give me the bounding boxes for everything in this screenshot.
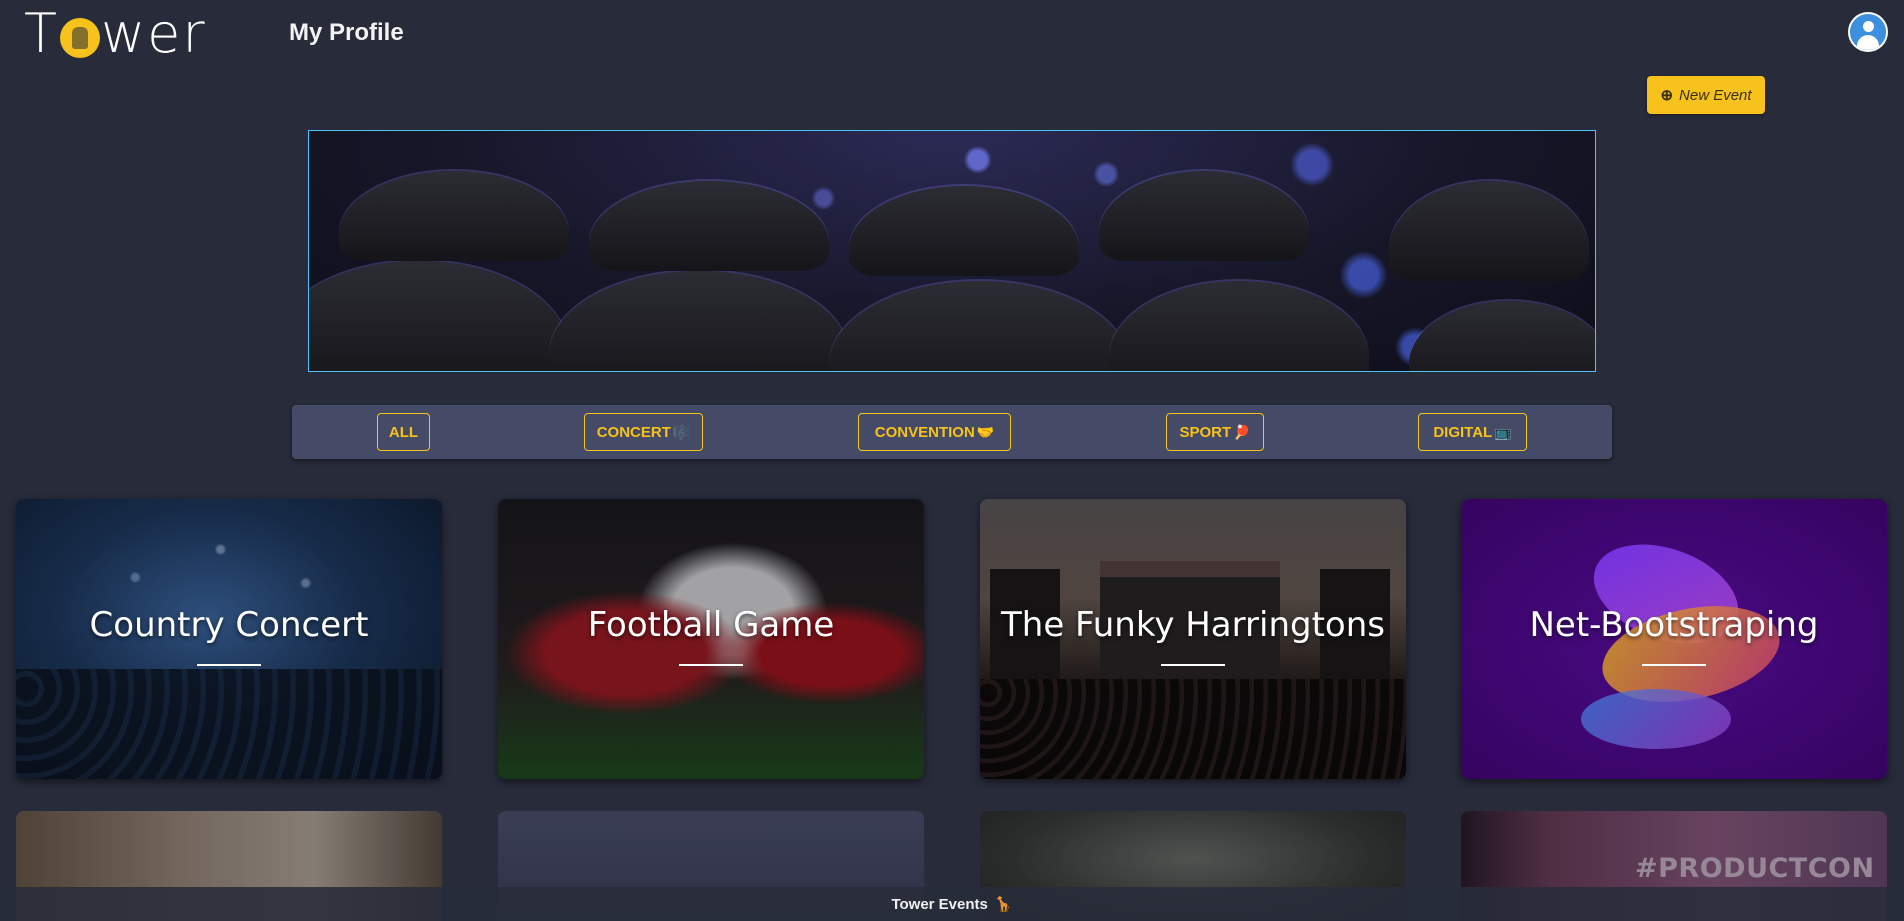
filter-sport-button[interactable]: SPORT 🏓 [1166,413,1264,451]
new-event-button[interactable]: ⊕ New Event [1647,76,1765,114]
banner-seat [1409,301,1595,371]
title-underline [1642,664,1706,666]
filter-convention-button[interactable]: CONVENTION 🤝 [858,413,1011,451]
title-underline [197,664,261,666]
filter-label: SPORT [1179,423,1232,441]
filter-label: DIGITAL [1433,423,1493,441]
event-title: The Funky Harringtons [1001,605,1385,645]
event-card[interactable]: The Funky Harringtons [980,499,1406,779]
banner-seat [829,281,1129,371]
banner-seat [309,261,569,371]
profile-banner-image [308,130,1596,372]
navbar: T wer My Profile [0,0,1904,68]
handshake-icon: 🤝 [976,423,995,440]
banner-seat [1099,171,1309,261]
page-title[interactable]: My Profile [289,19,404,47]
filter-concert-button[interactable]: CONCERT 🎼 [584,413,703,451]
plus-icon: ⊕ [1660,87,1674,104]
banner-seat [589,181,829,271]
title-underline [679,664,743,666]
avatar-head [1863,21,1874,32]
banner-seat [1109,281,1369,371]
event-title: Net-Bootstraping [1529,605,1819,645]
event-card[interactable]: Country Concert [16,499,442,779]
event-card[interactable]: Football Game [498,499,924,779]
event-title: Country Concert [89,605,369,645]
banner-seat [1389,181,1589,281]
user-avatar-icon[interactable] [1848,12,1888,52]
abstract-shape [1581,689,1731,749]
giraffe-logo-icon [60,18,100,58]
logo-text-end: wer [101,2,207,65]
new-event-label: New Event [1679,86,1752,104]
banner-seat [339,171,569,261]
footer-text: Tower Events [891,895,988,913]
banner-seat [849,186,1079,276]
avatar-body [1857,35,1879,50]
filter-all-button[interactable]: ALL [377,413,430,451]
banner-seat [549,271,849,371]
filter-label: CONVENTION [874,423,975,441]
event-card[interactable]: Net-Bootstraping [1461,499,1887,779]
category-filter-bar: ALL CONCERT 🎼 CONVENTION 🤝 SPORT 🏓 DIGIT… [292,405,1612,459]
music-score-icon: 🎼 [672,423,691,440]
event-title: Football Game [587,605,835,645]
giraffe-icon: 🦒 [993,896,1013,913]
tower-logo[interactable]: T wer [24,6,207,62]
filter-label: ALL [388,423,419,441]
filter-label: CONCERT [596,423,671,441]
television-icon: 📺 [1494,423,1512,440]
footer: Tower Events 🦒 [0,887,1904,921]
title-underline [1161,664,1225,666]
logo-text-start: T [24,2,59,65]
filter-digital-button[interactable]: DIGITAL 📺 [1418,413,1527,451]
ping-pong-icon: 🏓 [1233,423,1251,440]
